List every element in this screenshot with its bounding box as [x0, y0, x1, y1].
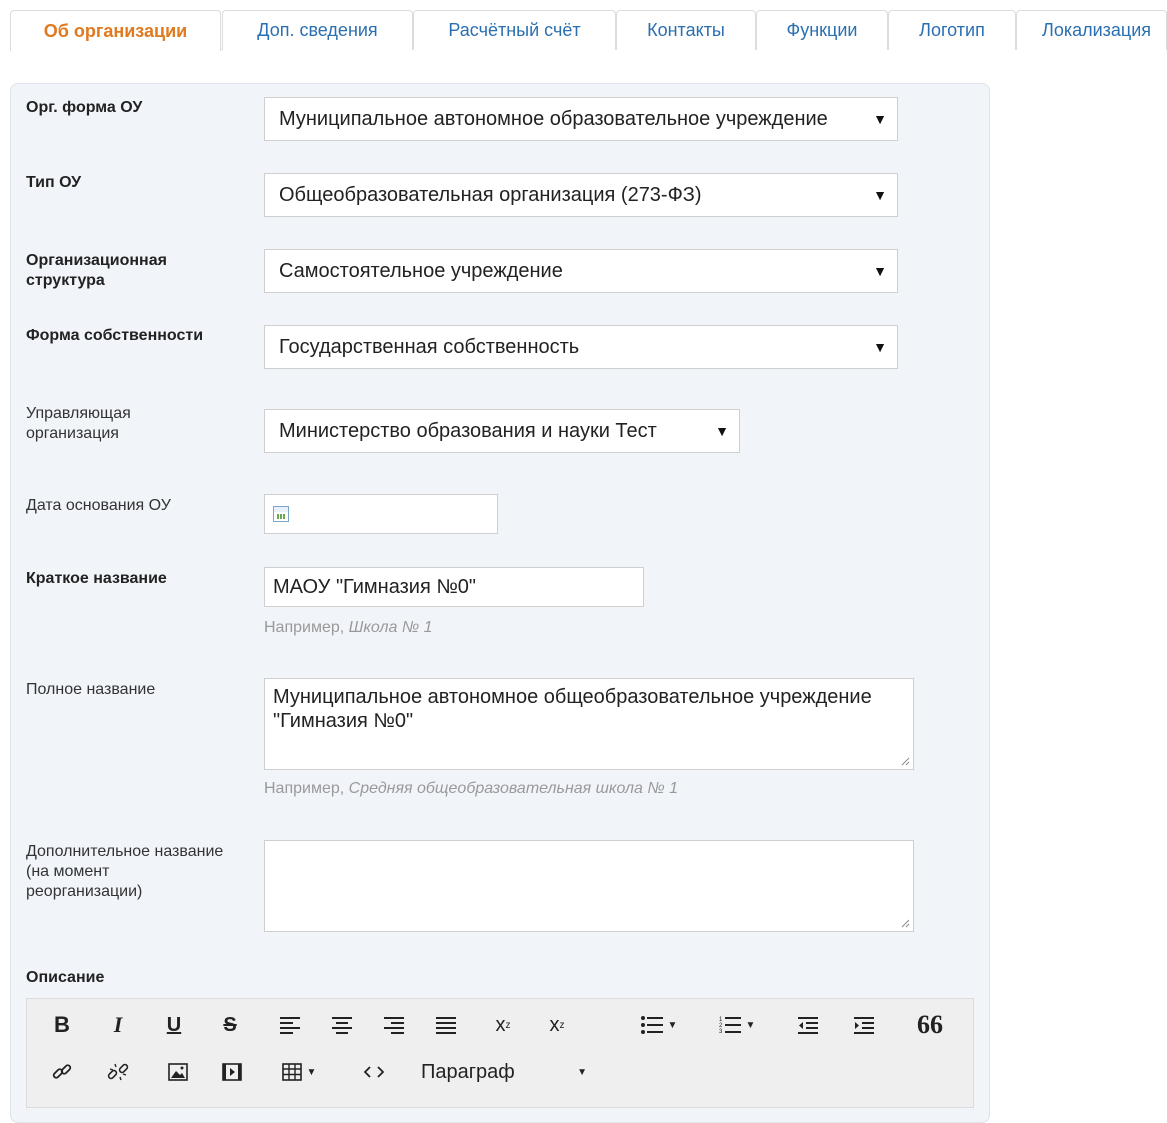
managing-label: Управляющая организация	[26, 405, 131, 442]
founded-date-input[interactable]	[264, 494, 498, 534]
link-icon	[52, 1064, 72, 1079]
founded-label: Дата основания ОУ	[26, 497, 171, 514]
video-icon	[222, 1063, 242, 1081]
structure-value: Самостоятельное учреждение	[279, 259, 563, 282]
short-name-input[interactable]: МАОУ "Гимназия №0"	[264, 567, 644, 607]
type-label: Тип ОУ	[26, 174, 82, 191]
full-name-value: Муниципальное автономное общеобразовател…	[273, 686, 872, 732]
subscript-icon: x	[495, 1013, 506, 1036]
align-left-button[interactable]	[275, 1010, 305, 1040]
full-name-label: Полное название	[26, 681, 156, 698]
bold-icon: B	[54, 1012, 70, 1037]
underline-button[interactable]: U	[159, 1010, 189, 1040]
strikethrough-icon: S	[223, 1013, 237, 1036]
tab-logo[interactable]: Логотип	[888, 10, 1016, 50]
bullet-list-button[interactable]: ▼	[635, 1010, 683, 1040]
blockquote-button[interactable]: 66	[913, 1010, 947, 1040]
structure-select[interactable]: Самостоятельное учреждение ▼	[264, 249, 898, 293]
ownership-label: Форма собственности	[26, 327, 204, 344]
managing-value: Министерство образования и науки Тест	[279, 419, 657, 442]
tab-additional-info[interactable]: Доп. сведения	[222, 10, 413, 50]
caret-down-icon: ▼	[577, 1066, 587, 1078]
short-name-hint-prefix: Например,	[264, 619, 349, 636]
resize-handle-icon[interactable]	[900, 918, 910, 928]
unlink-button[interactable]	[103, 1057, 133, 1087]
resize-handle-icon[interactable]	[900, 756, 910, 766]
bullet-list-icon	[640, 1016, 663, 1034]
outdent-icon	[798, 1017, 818, 1034]
code-button[interactable]	[359, 1057, 389, 1087]
chevron-down-icon: ▼	[873, 263, 887, 279]
align-center-button[interactable]	[327, 1010, 357, 1040]
link-button[interactable]	[47, 1057, 77, 1087]
chevron-down-icon: ▼	[715, 423, 729, 439]
tab-functions[interactable]: Функции	[756, 10, 888, 50]
full-name-textarea[interactable]: Муниципальное автономное общеобразовател…	[264, 678, 914, 770]
chevron-down-icon: ▼	[873, 187, 887, 203]
align-justify-button[interactable]	[431, 1010, 461, 1040]
superscript-icon: x	[549, 1013, 560, 1036]
table-button[interactable]: ▼	[275, 1057, 323, 1087]
paragraph-format-select[interactable]: Параграф ▼	[421, 1057, 601, 1087]
align-center-icon	[332, 1017, 352, 1034]
ownership-select[interactable]: Государственная собственность ▼	[264, 325, 898, 369]
align-right-icon	[384, 1017, 404, 1034]
align-left-icon	[280, 1017, 300, 1034]
tab-bar: Об организации Доп. сведения Расчётный с…	[10, 10, 1167, 51]
unlink-icon	[107, 1063, 129, 1081]
full-name-hint-example: Средняя общеобразовательная школа № 1	[348, 780, 679, 797]
short-name-value: МАОУ "Гимназия №0"	[273, 575, 477, 598]
media-button[interactable]	[217, 1057, 247, 1087]
align-justify-icon	[436, 1017, 456, 1034]
org-form-value: Муниципальное автономное образовательное…	[279, 107, 828, 130]
tab-bank-account[interactable]: Расчётный счёт	[413, 10, 616, 50]
calendar-icon[interactable]	[273, 506, 289, 522]
numbered-list-icon: 123	[719, 1017, 741, 1034]
indent-icon	[854, 1017, 874, 1034]
description-label: Описание	[26, 969, 105, 986]
ownership-value: Государственная собственность	[279, 335, 580, 358]
numbered-list-button[interactable]: 123 ▼	[713, 1010, 761, 1040]
type-value: Общеобразовательная организация (273-ФЗ)	[279, 183, 702, 206]
italic-icon: I	[113, 1012, 123, 1037]
full-name-hint: Например, Средняя общеобразовательная шк…	[264, 780, 678, 798]
paragraph-format-value: Параграф	[421, 1060, 515, 1083]
image-icon	[168, 1063, 188, 1081]
extra-name-textarea[interactable]	[264, 840, 914, 932]
subscript-button[interactable]: xz	[487, 1010, 519, 1040]
extra-name-label: Дополнительное название (на момент реорг…	[26, 843, 224, 900]
short-name-hint: Например, Школа № 1	[264, 619, 433, 637]
type-select[interactable]: Общеобразовательная организация (273-ФЗ)…	[264, 173, 898, 217]
underline-icon: U	[166, 1013, 182, 1036]
italic-button[interactable]: I	[103, 1010, 133, 1040]
bold-button[interactable]: B	[47, 1010, 77, 1040]
tab-about-organization[interactable]: Об организации	[10, 10, 221, 51]
short-name-hint-example: Школа № 1	[348, 619, 433, 636]
outdent-button[interactable]	[793, 1010, 823, 1040]
table-icon	[281, 1063, 302, 1081]
chevron-down-icon: ▼	[873, 339, 887, 355]
short-name-label: Краткое название	[26, 570, 167, 587]
full-name-hint-prefix: Например,	[264, 780, 349, 797]
code-icon	[364, 1066, 384, 1078]
caret-down-icon: ▼	[306, 1066, 317, 1078]
caret-down-icon: ▼	[667, 1019, 678, 1031]
blockquote-icon: 66	[917, 1010, 943, 1039]
chevron-down-icon: ▼	[873, 111, 887, 127]
org-form-select[interactable]: Муниципальное автономное образовательное…	[264, 97, 898, 141]
caret-down-icon: ▼	[745, 1019, 756, 1031]
managing-select[interactable]: Министерство образования и науки Тест ▼	[264, 409, 740, 453]
rich-text-toolbar: B I U S xz xz ▼ 123 ▼ 66 ▼ Параграф ▼	[26, 998, 974, 1108]
svg-text:3: 3	[719, 1029, 723, 1034]
strikethrough-button[interactable]: S	[215, 1010, 245, 1040]
structure-label: Организационная структура	[26, 252, 167, 289]
tab-localization[interactable]: Локализация	[1016, 10, 1167, 50]
superscript-button[interactable]: xz	[541, 1010, 573, 1040]
org-form-label: Орг. форма ОУ	[26, 99, 143, 116]
image-button[interactable]	[163, 1057, 193, 1087]
align-right-button[interactable]	[379, 1010, 409, 1040]
tab-contacts[interactable]: Контакты	[616, 10, 756, 50]
indent-button[interactable]	[849, 1010, 879, 1040]
